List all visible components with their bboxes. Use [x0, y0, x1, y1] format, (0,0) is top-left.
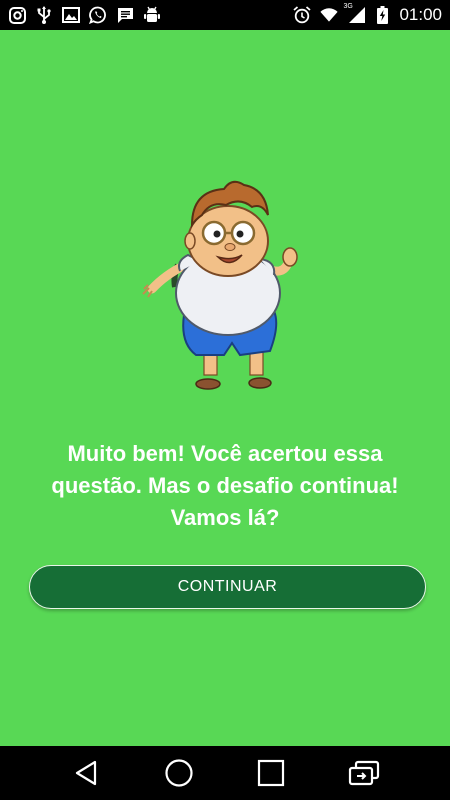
status-bar: 3G 01:00 [0, 0, 450, 30]
network-type-label: 3G [343, 3, 353, 10]
image-icon [62, 6, 80, 24]
signal-icon: 3G [343, 3, 367, 24]
recents-icon[interactable] [251, 753, 291, 793]
success-message: Muito bem! Você acertou essa questão. Ma… [51, 441, 399, 530]
instagram-icon [8, 6, 26, 24]
boy-waving-illustration [140, 175, 305, 395]
alarm-icon [293, 6, 312, 24]
continue-button[interactable]: CONTINUAR [29, 565, 426, 609]
whatsapp-icon [89, 6, 107, 24]
message-icon [116, 6, 134, 24]
back-icon[interactable] [66, 753, 106, 793]
system-icons: 3G 01:00 [293, 3, 442, 25]
rotate-screen-icon[interactable] [344, 753, 384, 793]
usb-icon [35, 6, 53, 24]
home-icon[interactable] [159, 753, 199, 793]
android-debug-icon [143, 6, 161, 24]
battery-charging-icon [376, 6, 388, 24]
clock: 01:00 [399, 5, 442, 24]
wifi-icon [320, 6, 339, 24]
notification-icons [8, 6, 161, 24]
navigation-bar [0, 746, 450, 800]
